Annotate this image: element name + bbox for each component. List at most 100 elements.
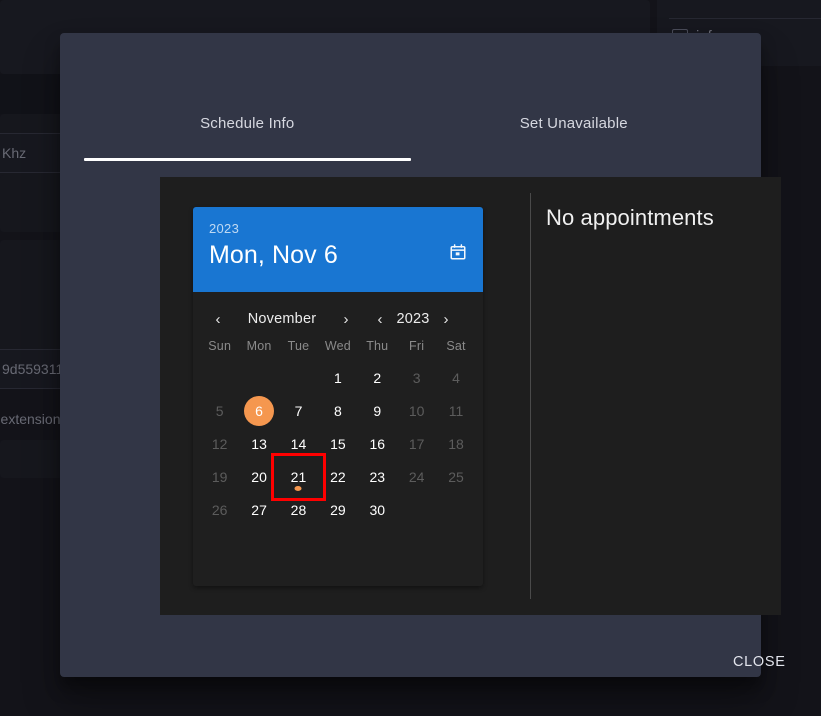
calendar-day-22[interactable]: 22: [318, 461, 357, 493]
calendar-week-row: 12 13 14 15 16 17 18: [200, 428, 476, 460]
calendar-day-label: 1: [333, 370, 342, 386]
calendar-day-30[interactable]: 30: [358, 494, 397, 526]
weekday-tue: Tue: [287, 339, 310, 353]
calendar-day-label: 8: [333, 403, 342, 419]
calendar-week-row: 5 6 7 8 9 10 11: [200, 395, 476, 427]
tab-bar: Schedule Info Set Unavailable: [84, 85, 737, 161]
calendar-icon[interactable]: [449, 243, 467, 266]
chevron-right-icon-year[interactable]: ›: [435, 307, 457, 331]
calendar-day-label: [205, 363, 235, 393]
calendar-day-label: 11: [448, 403, 464, 419]
calendar-day-18: 18: [436, 428, 475, 460]
calendar-day-15[interactable]: 15: [318, 428, 357, 460]
appointments-pane: No appointments: [546, 205, 771, 605]
chevron-left-icon-year[interactable]: ‹: [369, 307, 391, 331]
weekday-fri: Fri: [409, 339, 425, 353]
calendar-day-empty: [239, 362, 278, 394]
calendar-day-20[interactable]: 20: [239, 461, 278, 493]
calendar-week-row: 26 27 28 29 30: [200, 494, 476, 526]
weekday-header-row: Sun Mon Tue Wed Thu Fri Sat: [200, 339, 476, 353]
calendar-day-8[interactable]: 8: [318, 395, 357, 427]
calendar-navigation: ‹ November › ‹ 2023 ›: [193, 303, 483, 335]
calendar-day-label: 23: [369, 469, 386, 485]
calendar-day-label: 19: [211, 469, 228, 485]
weekday-wed: Wed: [324, 339, 351, 353]
chevron-left-icon-month[interactable]: ‹: [207, 307, 229, 331]
close-button[interactable]: CLOSE: [717, 645, 802, 679]
tab-schedule-info[interactable]: Schedule Info: [84, 85, 411, 161]
weekday-sat: Sat: [446, 339, 466, 353]
calendar-day-26: 26: [200, 494, 239, 526]
calendar-day-9[interactable]: 9: [358, 395, 397, 427]
calendar-day-label: 9: [373, 403, 382, 419]
calendar-day-6[interactable]: 6: [239, 395, 278, 427]
calendar-day-label: 29: [330, 502, 346, 518]
calendar-day-16[interactable]: 16: [358, 428, 397, 460]
calendar-day-label: 4: [452, 370, 460, 386]
calendar-day-2[interactable]: 2: [358, 362, 397, 394]
calendar-day-17: 17: [397, 428, 436, 460]
datepicker-header[interactable]: 2023 Mon, Nov 6: [193, 207, 483, 292]
calendar-day-label: 10: [408, 403, 425, 419]
calendar-day-7[interactable]: 7: [279, 395, 318, 427]
schedule-content-panel: 2023 Mon, Nov 6 ‹ November › ‹ 2023 › Su…: [160, 177, 781, 615]
calendar-day-label: 24: [408, 469, 425, 485]
calendar-day-label: [402, 495, 432, 525]
calendar-day-29[interactable]: 29: [318, 494, 357, 526]
calendar-day-12: 12: [200, 428, 239, 460]
tab-active-indicator: [84, 158, 411, 161]
year-nav-group: ‹ 2023 ›: [369, 307, 457, 331]
calendar-day-27[interactable]: 27: [239, 494, 278, 526]
calendar-day-10: 10: [397, 395, 436, 427]
calendar-day-label: 7: [294, 403, 303, 419]
month-nav-group: ‹ November ›: [207, 307, 357, 331]
datepicker-header-date-row: Mon, Nov 6: [209, 239, 467, 271]
calendar-day-21[interactable]: 21: [270, 453, 327, 501]
event-indicator-dot: [294, 486, 302, 491]
calendar-day-empty: [436, 494, 475, 526]
calendar-day-28[interactable]: 28: [279, 494, 318, 526]
calendar-day-label: 15: [330, 436, 346, 452]
year-label[interactable]: 2023: [391, 311, 435, 327]
tab-set-unavailable-label: Set Unavailable: [519, 114, 628, 132]
weekday-mon: Mon: [246, 339, 272, 353]
calendar-day-3: 3: [397, 362, 436, 394]
calendar-day-13[interactable]: 13: [239, 428, 278, 460]
calendar-day-14[interactable]: 14: [279, 428, 318, 460]
calendar-day-empty: [397, 494, 436, 526]
calendar-day-label: 5: [215, 403, 224, 419]
calendar-day-25: 25: [436, 461, 475, 493]
calendar-day-label: 20: [251, 469, 267, 485]
calendar-day-label: 30: [369, 502, 386, 518]
weekday-thu: Thu: [366, 339, 389, 353]
no-appointments-message: No appointments: [546, 205, 714, 230]
calendar-day-1[interactable]: 1: [318, 362, 357, 394]
datepicker-header-date: Mon, Nov 6: [209, 241, 338, 269]
calendar-day-label: 6: [244, 396, 275, 426]
datepicker-header-year: 2023: [209, 221, 240, 236]
calendar-day-label: [283, 363, 313, 393]
calendar-day-label: 18: [448, 436, 464, 452]
calendar-day-label: 3: [412, 370, 421, 386]
calendar-day-label: 22: [330, 469, 346, 485]
tab-set-unavailable[interactable]: Set Unavailable: [411, 85, 738, 161]
calendar-week-row: 1 2 3 4: [200, 362, 476, 394]
calendar-day-label: [244, 363, 274, 393]
calendar-day-label: [441, 495, 471, 525]
calendar-day-19: 19: [200, 461, 239, 493]
calendar-day-24: 24: [397, 461, 436, 493]
calendar-day-label: 16: [369, 436, 386, 452]
calendar-day-4: 4: [436, 362, 475, 394]
weekday-sun: Sun: [208, 339, 232, 353]
calendar-day-label: 17: [408, 436, 425, 452]
calendar-day-label: 14: [290, 436, 307, 452]
month-label[interactable]: November: [229, 311, 335, 327]
chevron-right-icon-month[interactable]: ›: [335, 307, 357, 331]
calendar-day-23[interactable]: 23: [358, 461, 397, 493]
calendar-day-empty: [279, 362, 318, 394]
schedule-dialog: Schedule Info Set Unavailable 2023 Mon, …: [60, 33, 785, 677]
calendar-day-5: 5: [200, 395, 239, 427]
calendar-day-label: 2: [373, 370, 382, 386]
calendar-week-row: 19 20 21 22 23 24 25: [200, 453, 476, 501]
calendar-day-label: 28: [290, 502, 307, 518]
